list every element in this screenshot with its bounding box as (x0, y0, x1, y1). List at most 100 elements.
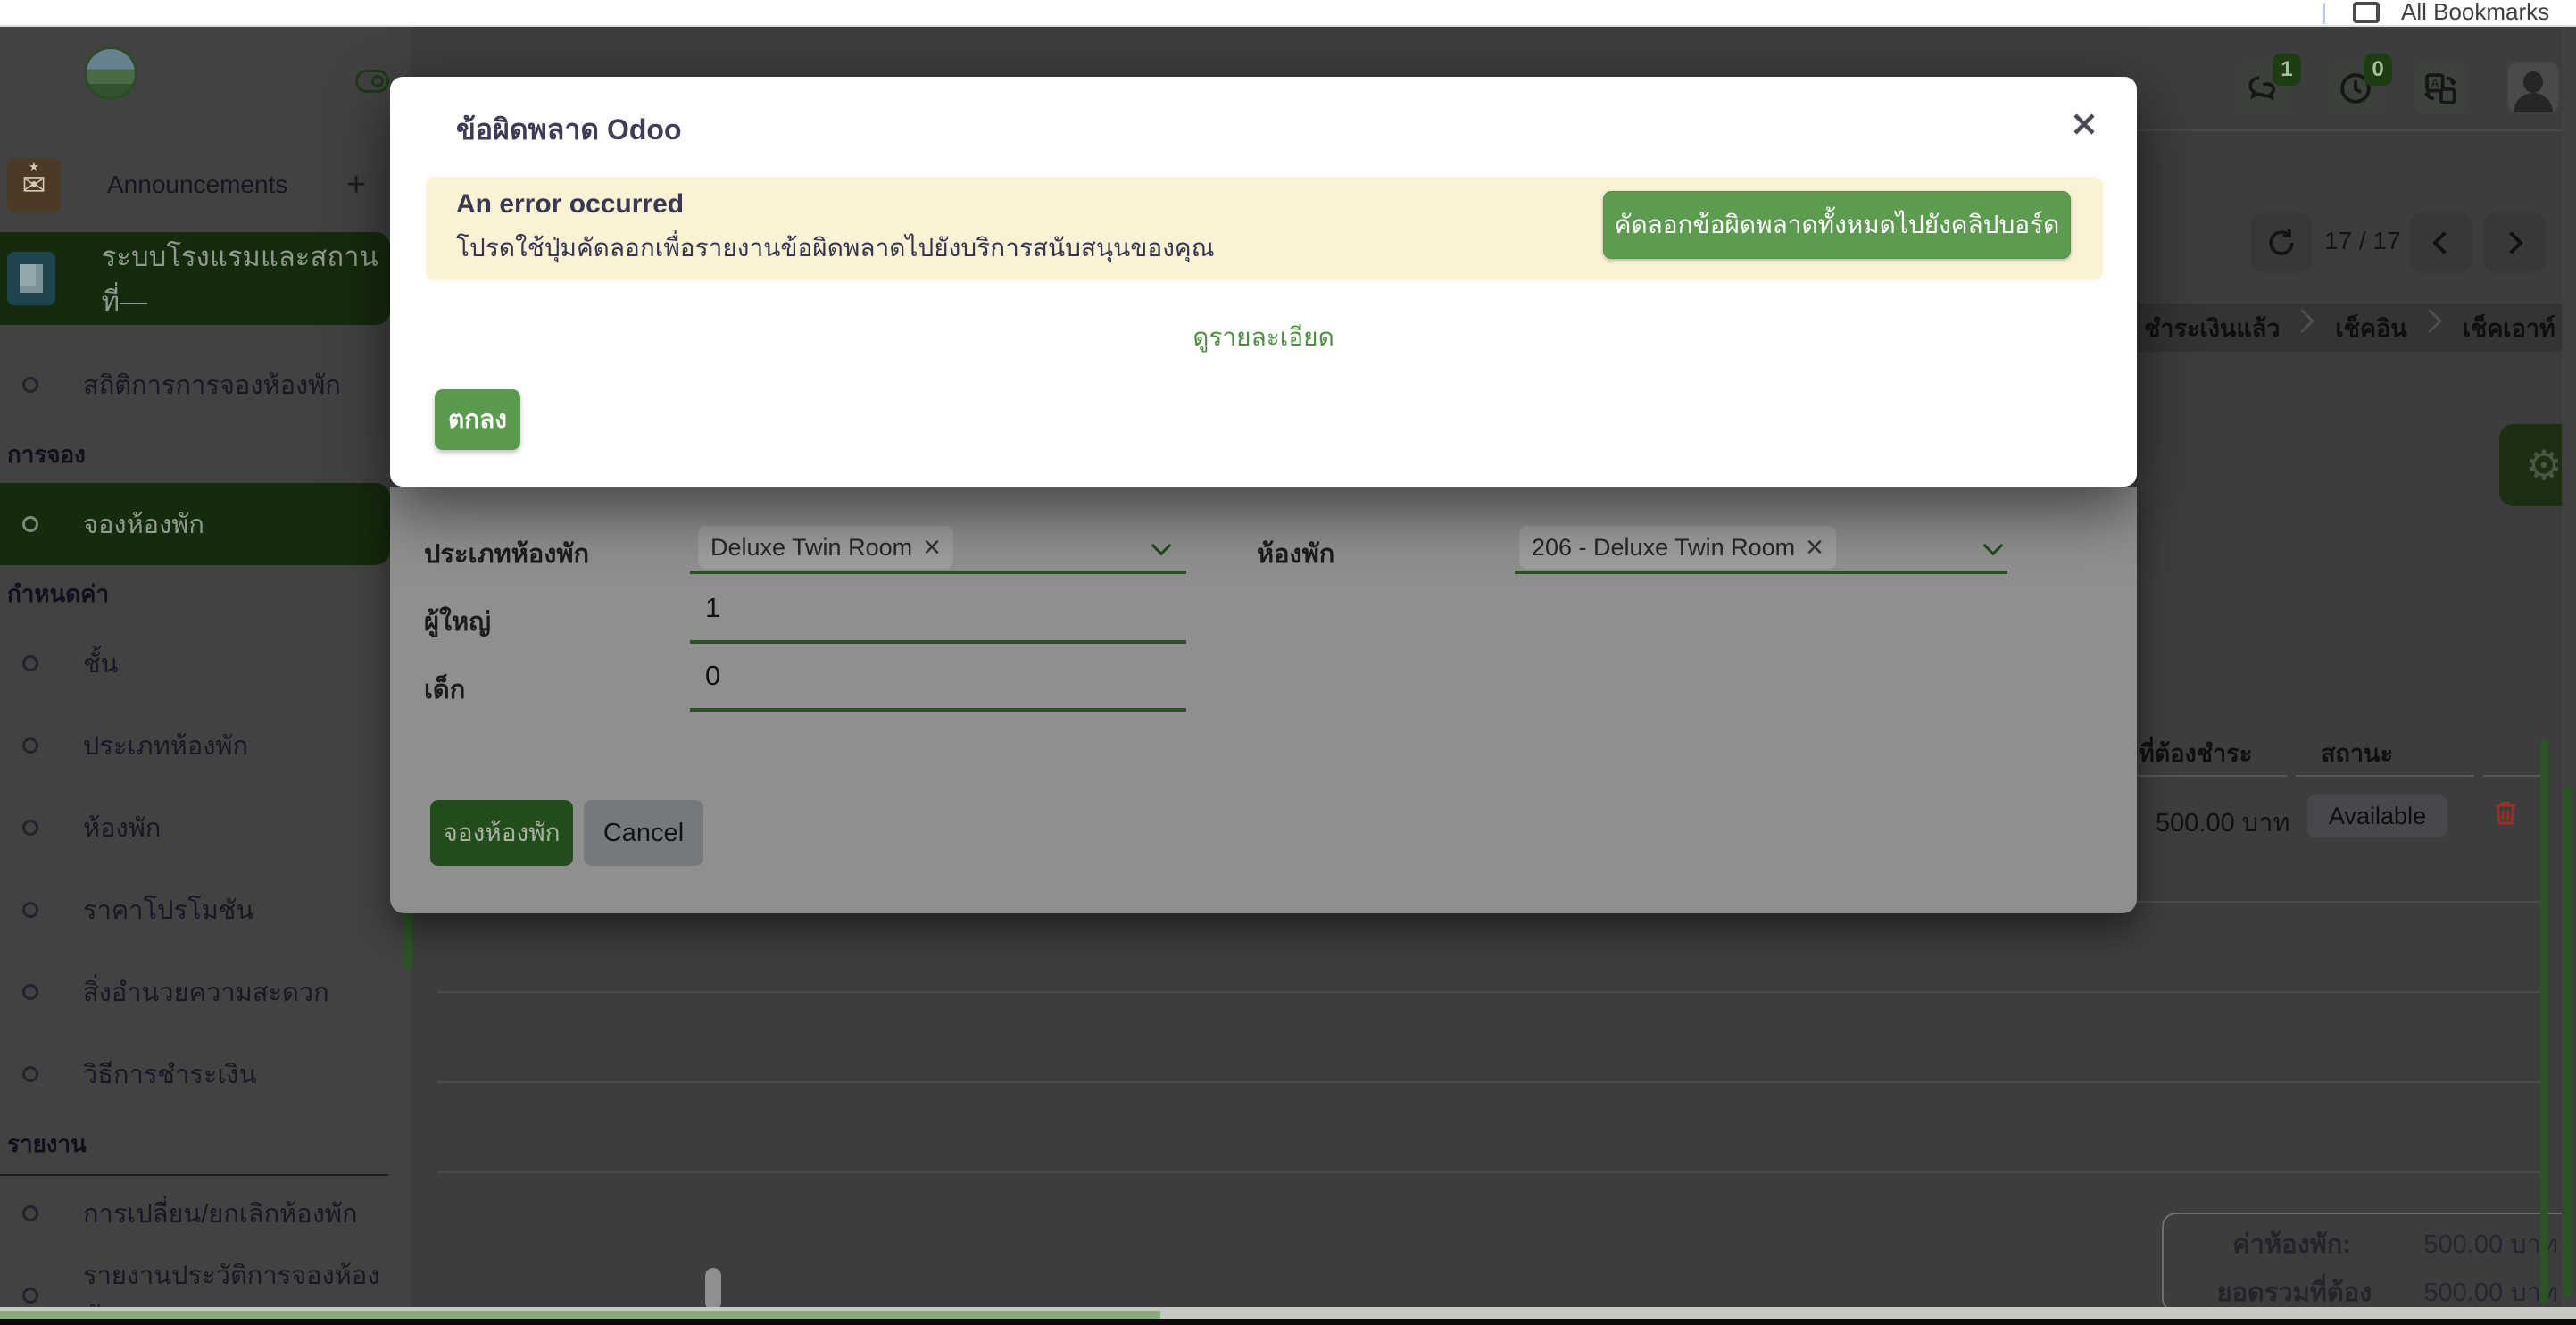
statusbar-step[interactable]: เช็คอิน (2335, 309, 2406, 347)
sidebar-menu-item[interactable]: การเปลี่ยน/ยกเลิกห้องพัก (0, 1172, 411, 1254)
sidebar-item-announcements[interactable]: Announcements + (0, 152, 411, 218)
room-value: 206 - Deluxe Twin Room (1532, 534, 1795, 562)
chevron-right-icon (2500, 231, 2522, 254)
user-avatar[interactable] (2506, 61, 2560, 114)
sidebar-menu-item[interactable]: สิ่งอำนวยความสะดวก (0, 951, 411, 1033)
amount-due-cell: 500.00 บาท (2156, 802, 2290, 843)
radio-bullet-icon (22, 377, 38, 393)
building-icon (7, 252, 55, 305)
room-field-underline (1515, 571, 2007, 574)
sidebar-menu-item[interactable]: วิธีการชำระเงิน (0, 1033, 411, 1115)
totals-panel: ค่าห้องพัก: 500.00 บาท ยอดรวมที่ต้องชำระ… (2162, 1212, 2576, 1307)
language-button[interactable]: A (2414, 62, 2466, 114)
sidebar: Announcements + ระบบโรงแรมและสถานที่— สถ… (0, 27, 411, 1307)
sidebar-menu-item[interactable]: ชั้น (0, 622, 411, 704)
svg-text:A: A (2431, 76, 2439, 90)
children-label: เด็ก (424, 669, 465, 710)
sidebar-menu-item-label: สถิติการการจองห้องพัก (83, 364, 341, 405)
ok-button[interactable]: ตกลง (435, 389, 520, 450)
add-announcement-button[interactable]: + (346, 166, 366, 204)
totals-label: ค่าห้องพัก: (2232, 1223, 2351, 1264)
announcements-label: Announcements (107, 171, 287, 199)
see-details-link[interactable]: ดูรายละเอียด (390, 318, 2137, 357)
messages-button[interactable]: 1 (2239, 62, 2290, 114)
radio-bullet-icon (22, 820, 38, 836)
room-type-value: Deluxe Twin Room (710, 534, 912, 562)
close-button[interactable] (2071, 111, 2098, 142)
totals-row: ยอดรวมที่ต้องชำระ: 500.00 บาท (2171, 1271, 2558, 1307)
bottom-black-bar (0, 1319, 2576, 1325)
children-input[interactable]: 0 (705, 660, 720, 692)
statusbar-step[interactable]: ชำระเงินแล้ว (2144, 309, 2280, 347)
totals-value: 500.00 บาท (2372, 1271, 2558, 1307)
browser-bookmarks-bar: All Bookmarks (0, 0, 2576, 27)
all-bookmarks-label[interactable]: All Bookmarks (2401, 0, 2549, 26)
radio-bullet-icon (22, 655, 38, 671)
remove-tag-icon[interactable]: × (1806, 532, 1824, 562)
refresh-icon (2264, 226, 2298, 260)
chevron-down-icon[interactable] (1983, 536, 2004, 556)
sidebar-menu-item[interactable]: ประเภทห้องพัก (0, 704, 411, 787)
list-scrollbar-thumb[interactable] (2540, 739, 2548, 1304)
cancel-button[interactable]: Cancel (584, 800, 703, 866)
room-type-field-underline (690, 571, 1186, 574)
book-room-button[interactable]: จองห้องพัก (430, 800, 573, 866)
sidebar-menu-item-label: ชั้น (83, 643, 119, 684)
sidebar-menu: สถิติการการจองห้องพัก การจอง จองห้องพัก … (0, 344, 411, 1307)
announcements-icon (7, 158, 61, 212)
booking-form-modal: ประเภทห้องพัก Deluxe Twin Room × ห้องพัก… (390, 487, 2137, 913)
room-type-label: ประเภทห้องพัก (424, 533, 589, 574)
sidebar-collapse-toggle[interactable] (355, 70, 389, 93)
bottom-progress-strip (0, 1311, 1160, 1319)
totals-row: ค่าห้องพัก: 500.00 บาท (2171, 1223, 2558, 1264)
sidebar-menu-item[interactable]: รายงานประวัติการจองห้องพัก (0, 1254, 411, 1307)
radio-bullet-icon (22, 902, 38, 918)
room-type-tag[interactable]: Deluxe Twin Room × (698, 526, 953, 569)
radio-bullet-icon (22, 1066, 38, 1082)
sidebar-menu-item-label: จองห้องพัก (83, 504, 204, 545)
sidebar-item-hotel-app[interactable]: ระบบโรงแรมและสถานที่— (0, 232, 390, 325)
sidebar-menu-item[interactable]: การจอง (0, 426, 411, 483)
sidebar-menu-item[interactable]: จองห้องพัก (0, 483, 390, 565)
delete-line-button[interactable] (2490, 796, 2521, 833)
sidebar-menu-item-label: รายงาน (7, 1126, 87, 1162)
pager-previous-button[interactable] (2410, 213, 2472, 272)
radio-bullet-icon (22, 1205, 38, 1221)
dialog-title: ข้อผิดพลาด Odoo (456, 107, 682, 153)
sidebar-menu-item-label: รายงานประวัติการจองห้องพัก (83, 1254, 411, 1307)
bookmarks-folder-icon[interactable] (2353, 2, 2380, 23)
org-logo (84, 46, 137, 100)
copy-error-button[interactable]: คัดลอกข้อผิดพลาดทั้งหมดไปยังคลิปบอร์ด (1603, 191, 2071, 259)
radio-bullet-icon (22, 516, 38, 532)
refresh-button[interactable] (2250, 213, 2313, 272)
status-badge: Available (2307, 795, 2447, 838)
sidebar-menu-item-label: ประเภทห้องพัก (83, 725, 248, 766)
avatar-silhouette-icon (2523, 71, 2543, 93)
statusbar-step[interactable]: เช็คเอาท์ (2463, 309, 2555, 347)
room-tag[interactable]: 206 - Deluxe Twin Room × (1519, 526, 1836, 569)
amount-due-column-header: ที่ต้องชำระ (2139, 734, 2252, 772)
chevron-down-icon[interactable] (1151, 536, 1172, 556)
sidebar-menu-item[interactable]: รายงาน (0, 1115, 411, 1172)
browser-scrollbar-thumb[interactable] (2564, 786, 2572, 1298)
pager-counter: 17 / 17 (2324, 227, 2401, 255)
remove-tag-icon[interactable]: × (923, 532, 941, 562)
status-column-header: สถานะ (2321, 734, 2393, 772)
sidebar-menu-item[interactable]: สถิติการการจองห้องพัก (0, 344, 411, 426)
table-header-rule (2137, 775, 2287, 777)
inner-scrollbar-thumb[interactable] (705, 1268, 721, 1307)
translate-icon: A (2422, 70, 2459, 107)
sidebar-menu-item-label: กำหนดค่า (7, 576, 109, 612)
pager-next-button[interactable] (2483, 213, 2546, 272)
sidebar-menu-item[interactable]: ห้องพัก (0, 787, 411, 869)
sidebar-menu-item-label: ราคาโปรโมชัน (83, 889, 253, 930)
sidebar-menu-item[interactable]: ราคาโปรโมชัน (0, 869, 411, 951)
odoo-error-dialog: ข้อผิดพลาด Odoo An error occurred โปรดใช… (390, 77, 2137, 487)
sidebar-menu-item[interactable]: กำหนดค่า (0, 565, 411, 622)
chevron-left-icon (2432, 231, 2455, 254)
radio-bullet-icon (22, 1288, 38, 1304)
adults-input[interactable]: 1 (705, 592, 720, 624)
radio-bullet-icon (22, 984, 38, 1000)
activities-button[interactable]: 0 (2330, 62, 2381, 114)
sidebar-menu-item-label: วิธีการชำระเงิน (83, 1054, 256, 1095)
